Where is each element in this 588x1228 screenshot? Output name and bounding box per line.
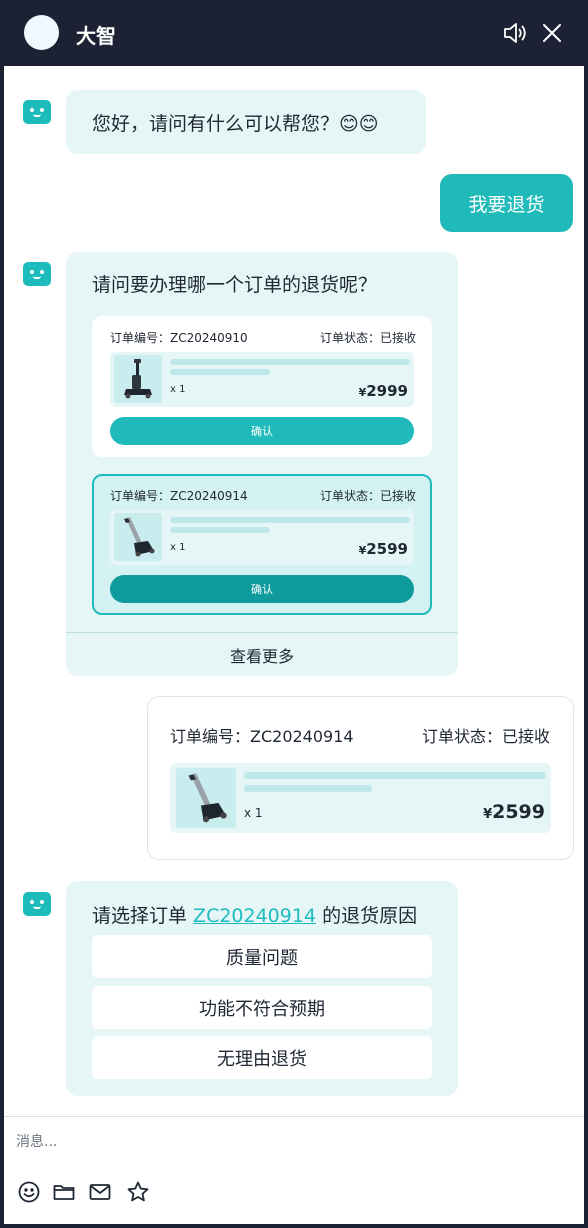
product-price: ¥2599	[483, 801, 545, 823]
bot-icon	[23, 892, 51, 916]
reason-option-function[interactable]: 功能不符合预期	[92, 986, 432, 1029]
folder-icon[interactable]	[52, 1180, 76, 1204]
mail-icon[interactable]	[88, 1180, 112, 1204]
close-icon[interactable]	[539, 20, 565, 46]
order-question-text: 请问要办理哪一个订单的退货呢？	[92, 274, 378, 296]
chat-messages[interactable]: 您好，请问有什么可以帮您？😊😊 我要退货 请问要办理哪一个订单的退货呢？ 订单编…	[4, 66, 584, 1116]
bot-icon	[23, 262, 51, 286]
product-placeholder-line	[170, 527, 270, 533]
product-placeholder-line	[170, 359, 410, 365]
product-row: x 1 ¥2599	[110, 510, 414, 565]
view-more-button[interactable]: 查看更多	[66, 632, 458, 676]
bot-message-greeting: 您好，请问有什么可以帮您？😊😊	[66, 90, 426, 154]
product-image	[114, 513, 162, 561]
order-number: 订单编号：ZC20240914	[110, 489, 248, 503]
order-number: 订单编号：ZC20240910	[110, 331, 248, 345]
product-row: x 1 ¥2599	[170, 763, 551, 833]
star-icon[interactable]	[126, 1180, 150, 1204]
reason-question-text: 请选择订单 ZC20240914 的退货原因	[92, 901, 417, 928]
greeting-text: 您好，请问有什么可以帮您？😊😊	[92, 113, 379, 135]
order-status: 订单状态：已接收	[421, 727, 550, 746]
bot-icon	[23, 100, 51, 124]
product-placeholder-line	[170, 369, 270, 375]
reason-suffix: 的退货原因	[316, 905, 418, 927]
price-value: 2599	[492, 801, 545, 823]
product-price: ¥2999	[359, 382, 408, 400]
product-image	[114, 355, 162, 403]
order-status: 订单状态：已接收	[319, 489, 416, 503]
order-card[interactable]: 订单编号：ZC20240910 订单状态：已接收 x 1 ¥2999 确认	[92, 316, 432, 457]
price-value: 2999	[366, 382, 408, 400]
product-placeholder-line	[244, 785, 372, 792]
message-input[interactable]	[16, 1131, 566, 1153]
product-quantity: x 1	[170, 542, 186, 553]
emoji-icon[interactable]	[17, 1180, 41, 1204]
product-row: x 1 ¥2999	[110, 352, 414, 407]
bot-message-order-select: 请问要办理哪一个订单的退货呢？ 订单编号：ZC20240910 订单状态：已接收	[66, 252, 458, 676]
product-quantity: x 1	[244, 806, 263, 820]
order-status: 订单状态：已接收	[319, 331, 416, 345]
price-value: 2599	[366, 540, 408, 558]
user-message-order-card[interactable]: 订单编号：ZC20240914 订单状态：已接收 x 1 ¥2599	[147, 696, 574, 860]
confirm-button[interactable]: 确认	[110, 575, 414, 603]
bot-message-reason-select: 请选择订单 ZC20240914 的退货原因 质量问题 功能不符合预期 无理由退…	[66, 881, 458, 1096]
avatar	[24, 15, 59, 50]
confirm-button[interactable]: 确认	[110, 417, 414, 445]
order-number: 订单编号：ZC20240914	[170, 727, 354, 746]
order-link[interactable]: ZC20240914	[193, 905, 316, 927]
composer	[4, 1116, 584, 1224]
chat-header: 大智	[0, 0, 588, 66]
speaker-icon[interactable]	[502, 20, 528, 46]
assistant-name: 大智	[76, 24, 116, 48]
chat-window: 大智 您好，请问有什么可以帮您？😊😊 我要退货 请问要办理哪一个订单的退货呢？	[0, 0, 588, 1228]
order-card-selected[interactable]: 订单编号：ZC20240914 订单状态：已接收 x 1 ¥2599 确认	[92, 474, 432, 615]
reason-prefix: 请选择订单	[92, 905, 194, 927]
product-quantity: x 1	[170, 384, 186, 395]
product-image	[176, 768, 236, 828]
product-price: ¥2599	[359, 540, 408, 558]
product-placeholder-line	[170, 517, 410, 523]
reason-option-no-reason[interactable]: 无理由退货	[92, 1036, 432, 1079]
product-placeholder-line	[244, 772, 546, 779]
currency-symbol: ¥	[483, 807, 493, 822]
reason-option-quality[interactable]: 质量问题	[92, 935, 432, 978]
user-message-return: 我要退货	[440, 174, 573, 232]
